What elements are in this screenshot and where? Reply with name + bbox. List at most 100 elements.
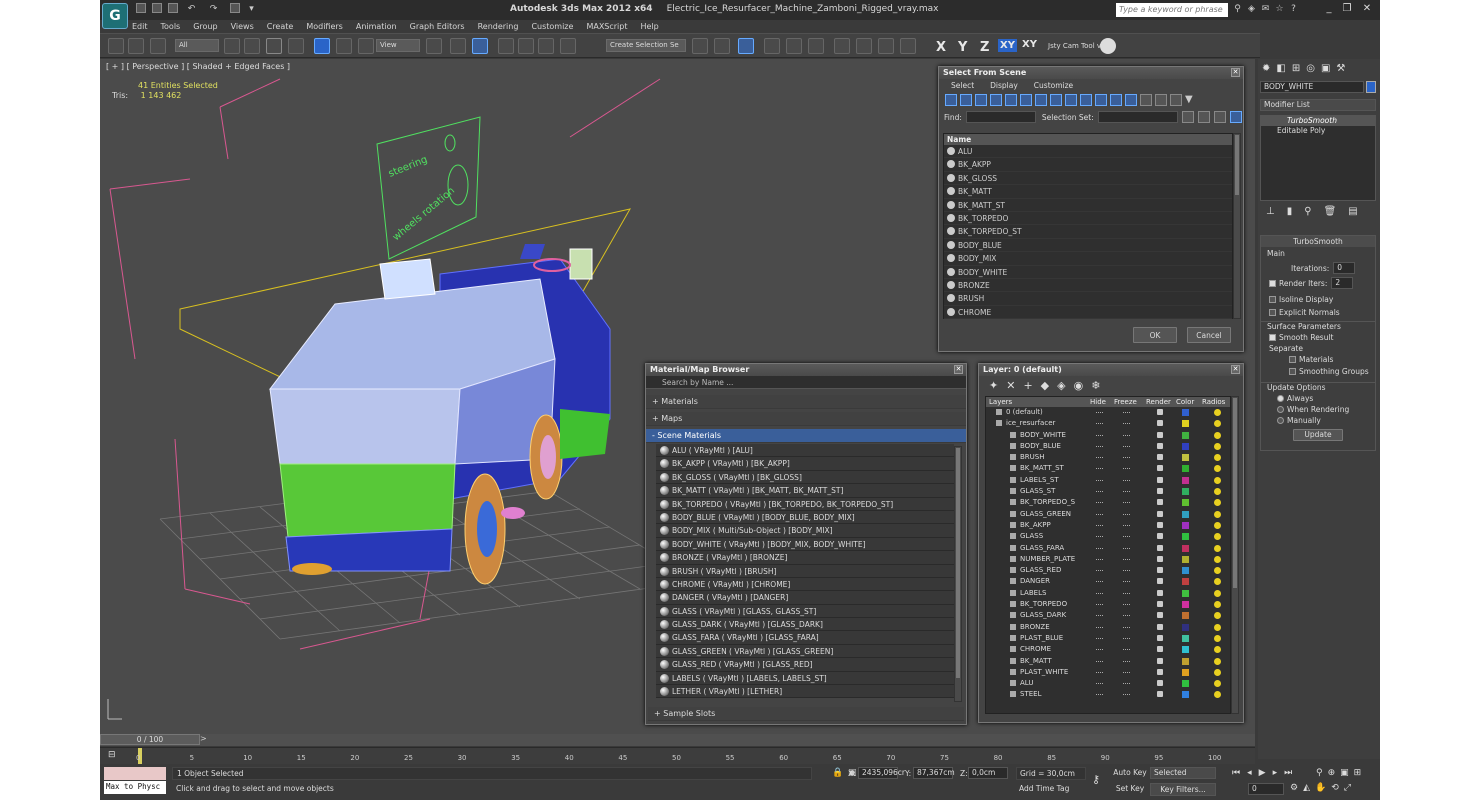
- col-freeze[interactable]: Freeze: [1114, 398, 1146, 406]
- pivot-center-icon[interactable]: [426, 38, 442, 54]
- angle-snap-icon[interactable]: [518, 38, 534, 54]
- freeze-toggle[interactable]: [1123, 513, 1130, 515]
- render-teapot-icon[interactable]: [1157, 476, 1163, 483]
- scene-object-row[interactable]: BK_GLOSS: [944, 172, 1232, 186]
- scene-object-row[interactable]: BRUSH: [944, 292, 1232, 306]
- next-frame-icon[interactable]: >: [200, 734, 207, 743]
- manually-radio[interactable]: [1277, 417, 1284, 424]
- open-file-icon[interactable]: [152, 3, 162, 13]
- layer-color-swatch[interactable]: [1182, 510, 1189, 518]
- save-file-icon[interactable]: [168, 3, 178, 13]
- close-icon[interactable]: ✕: [1231, 68, 1240, 77]
- cam-tool-label[interactable]: Jsty Cam Tool v: [1048, 42, 1101, 50]
- hide-toggle[interactable]: [1096, 457, 1103, 459]
- scene-object-row[interactable]: BK_TORPEDO: [944, 212, 1232, 226]
- constrain-z-button[interactable]: Z: [980, 40, 989, 55]
- freeze-toggle[interactable]: [1123, 468, 1130, 470]
- time-slider-thumb[interactable]: 0 / 100: [100, 734, 200, 745]
- layer-color-swatch[interactable]: [1182, 680, 1189, 688]
- undo-icon[interactable]: ↶: [186, 4, 197, 15]
- freeze-toggle[interactable]: [1123, 524, 1130, 526]
- display-containers-icon[interactable]: [1080, 94, 1092, 106]
- radiosity-bulb-icon[interactable]: [1214, 476, 1221, 484]
- bind-space-warp-icon[interactable]: [150, 38, 166, 54]
- search-icon[interactable]: ⚲: [1232, 4, 1243, 15]
- layer-row[interactable]: GLASS_DARK: [986, 610, 1230, 621]
- layer-row[interactable]: BK_MATT_ST: [986, 463, 1230, 474]
- render-teapot-icon[interactable]: [1157, 510, 1163, 517]
- select-manipulate-icon[interactable]: [450, 38, 466, 54]
- hide-toggle[interactable]: [1096, 592, 1103, 594]
- auto-key-button[interactable]: Auto Key: [1112, 767, 1148, 780]
- spinner-snap-icon[interactable]: [560, 38, 576, 54]
- x-coordinate-field[interactable]: 2435,096cr: [858, 767, 905, 779]
- percent-snap-icon[interactable]: [538, 38, 554, 54]
- radiosity-bulb-icon[interactable]: [1214, 589, 1221, 597]
- layer-color-swatch[interactable]: [1182, 442, 1189, 450]
- layer-list-scrollbar[interactable]: [1231, 396, 1239, 714]
- layer-row[interactable]: BODY_WHITE: [986, 430, 1230, 441]
- sync-selection-icon[interactable]: [1170, 94, 1182, 106]
- layer-color-swatch[interactable]: [1182, 476, 1189, 484]
- layer-color-swatch[interactable]: [1182, 499, 1189, 507]
- material-row[interactable]: BK_TORPEDO ( VRayMtl ) [BK_TORPEDO, BK_T…: [656, 497, 954, 511]
- freeze-toggle[interactable]: [1123, 683, 1130, 685]
- scene-materials-section[interactable]: - Scene Materials: [646, 429, 966, 443]
- hide-toggle[interactable]: [1096, 502, 1103, 504]
- layer-color-swatch[interactable]: [1182, 431, 1189, 439]
- layer-row[interactable]: GLASS: [986, 531, 1230, 542]
- radiosity-bulb-icon[interactable]: [1214, 521, 1221, 529]
- radiosity-bulb-icon[interactable]: [1214, 691, 1221, 699]
- freeze-toggle[interactable]: [1123, 547, 1130, 549]
- layer-color-swatch[interactable]: [1182, 555, 1189, 563]
- app-logo-icon[interactable]: G: [102, 3, 128, 29]
- menu-customize[interactable]: Customize: [1034, 81, 1073, 90]
- menu-select[interactable]: Select: [951, 81, 974, 90]
- freeze-toggle[interactable]: [1123, 694, 1130, 696]
- radiosity-bulb-icon[interactable]: [1214, 578, 1221, 586]
- render-teapot-icon[interactable]: [1157, 488, 1163, 495]
- tab-display-icon[interactable]: ▣: [1321, 63, 1330, 74]
- move-icon[interactable]: [314, 38, 330, 54]
- layer-color-swatch[interactable]: [1182, 454, 1189, 462]
- go-to-start-icon[interactable]: ⏮: [1232, 768, 1240, 778]
- layer-row[interactable]: ALU: [986, 678, 1230, 689]
- time-configuration-icon[interactable]: ⚙: [1290, 783, 1298, 793]
- layer-color-swatch[interactable]: [1182, 578, 1189, 586]
- layer-color-swatch[interactable]: [1182, 691, 1189, 699]
- graphite-tools-icon[interactable]: [764, 38, 780, 54]
- layer-row[interactable]: BK_TORPEDO: [986, 599, 1230, 610]
- hide-toggle[interactable]: [1096, 570, 1103, 572]
- display-bones-icon[interactable]: [1065, 94, 1077, 106]
- material-row[interactable]: GLASS_FARA ( VRayMtl ) [GLASS_FARA]: [656, 631, 954, 645]
- freeze-toggle[interactable]: [1123, 626, 1130, 628]
- layer-color-swatch[interactable]: [1182, 601, 1189, 609]
- lock-selection-icon[interactable]: 🔒: [832, 768, 843, 778]
- track-bar[interactable]: ⊟ 0 5 10 15 20 25 30 35 40 45 50 55 60 65 70 75 80 85 90 95…: [100, 747, 1255, 764]
- display-lights-icon[interactable]: [975, 94, 987, 106]
- viewport-label[interactable]: [ + ] [ Perspective ] [ Shaded + Edged F…: [106, 62, 290, 71]
- menu-tools[interactable]: Tools: [161, 22, 181, 31]
- favorites-icon[interactable]: ☆: [1274, 4, 1285, 15]
- window-crossing-icon[interactable]: [288, 38, 304, 54]
- radiosity-bulb-icon[interactable]: [1214, 488, 1221, 496]
- stack-editable-poly[interactable]: Editable Poly: [1261, 126, 1375, 136]
- rect-selection-icon[interactable]: [266, 38, 282, 54]
- radiosity-bulb-icon[interactable]: [1214, 465, 1221, 473]
- layer-color-swatch[interactable]: [1182, 668, 1189, 676]
- previous-frame-icon[interactable]: ◂: [1247, 768, 1252, 778]
- display-spacewarps-icon[interactable]: [1020, 94, 1032, 106]
- freeze-toggle[interactable]: [1123, 581, 1130, 583]
- freeze-toggle[interactable]: [1123, 660, 1130, 662]
- layer-row[interactable]: STEEL: [986, 689, 1230, 700]
- select-by-name-icon[interactable]: [244, 38, 260, 54]
- material-row[interactable]: GLASS_GREEN ( VRayMtl ) [GLASS_GREEN]: [656, 644, 954, 659]
- radiosity-bulb-icon[interactable]: [1214, 409, 1221, 416]
- render-teapot-icon[interactable]: [1157, 521, 1163, 528]
- hide-toggle[interactable]: [1096, 479, 1103, 481]
- radiosity-bulb-icon[interactable]: [1214, 623, 1221, 631]
- y-coordinate-field[interactable]: 87,367cm: [913, 767, 955, 779]
- play-icon[interactable]: ▶: [1259, 768, 1266, 778]
- radiosity-bulb-icon[interactable]: [1214, 442, 1221, 450]
- freeze-toggle[interactable]: [1123, 615, 1130, 617]
